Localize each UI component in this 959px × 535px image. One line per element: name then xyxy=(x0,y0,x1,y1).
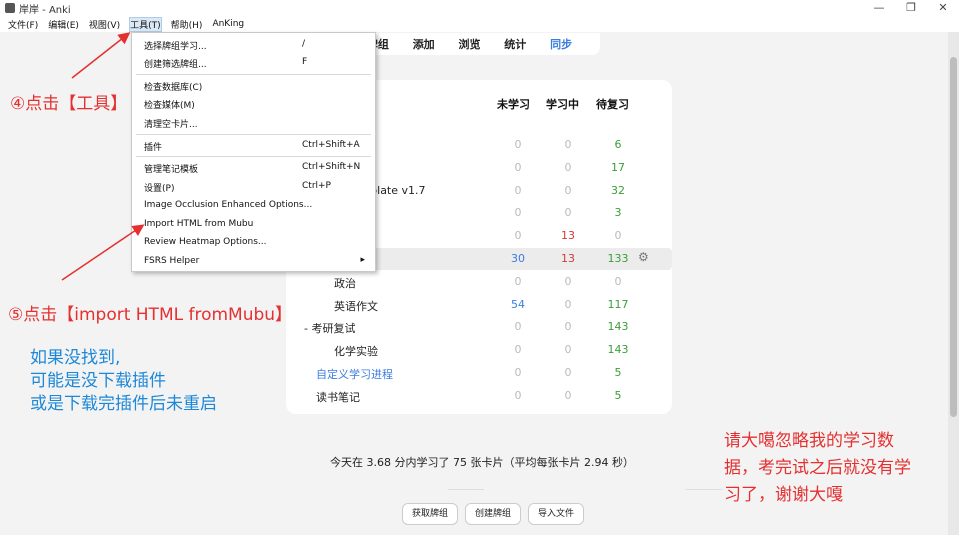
menu-separator xyxy=(136,134,371,135)
deck-count-learn: 0 xyxy=(564,160,572,174)
deck-name[interactable]: 读书笔记 xyxy=(316,389,360,405)
deck-count-due: 0 xyxy=(614,274,622,288)
anki-app-icon xyxy=(5,3,15,13)
divider xyxy=(448,489,484,490)
close-icon[interactable]: ✕ xyxy=(927,0,959,16)
deck-count-new: 0 xyxy=(514,183,522,197)
deck-row[interactable]: 自定义学习进程 0 0 5 xyxy=(286,362,672,384)
title-bar: 岸岸 - Anki — ❐ ✕ xyxy=(0,0,959,16)
menu-item-review-heatmap-options[interactable]: Review Heatmap Options... xyxy=(132,234,375,251)
deck-count-due: 3 xyxy=(614,206,622,220)
deck-count-new: 0 xyxy=(514,274,522,288)
deck-count-due: 6 xyxy=(614,138,622,151)
minimize-icon[interactable]: — xyxy=(863,0,895,16)
deck-count-learn: 0 xyxy=(564,343,572,357)
deck-count-learn: 0 xyxy=(564,138,572,151)
deck-options-gear-icon[interactable]: ⚙ xyxy=(638,250,649,264)
deck-count-new: 54 xyxy=(511,297,525,311)
restore-icon[interactable]: ❐ xyxy=(895,0,927,16)
menu-item-addons[interactable]: 插件 Ctrl+Shift+A xyxy=(132,137,375,154)
deck-count-new: 0 xyxy=(514,160,522,174)
deck-count-due: 143 xyxy=(607,320,629,334)
deck-name[interactable]: 英语作文 xyxy=(334,298,378,314)
menu-bar: 文件(F) 编辑(E) 视图(V) 工具(T) 帮助(H) AnKing xyxy=(0,16,959,32)
deck-count-learn: 0 xyxy=(564,320,572,334)
import-file-button[interactable]: 导入文件 xyxy=(528,503,585,525)
deck-count-due: 143 xyxy=(607,343,629,357)
top-toolbar: 牌组 添加 浏览 统计 同步 xyxy=(355,33,600,55)
menu-item-check-database[interactable]: 检查数据库(C) xyxy=(132,77,375,94)
deck-count-learn: 0 xyxy=(564,366,572,379)
annotation-step4: ④点击【工具】 xyxy=(10,94,128,114)
deck-count-learn: 13 xyxy=(561,229,575,243)
header-learning: 学习中 xyxy=(546,98,579,111)
scrollbar-thumb[interactable] xyxy=(950,57,957,417)
deck-count-learn: 0 xyxy=(564,274,572,288)
annotation-note-blue: 如果没找到, 可能是没下载插件 或是下载完插件后未重启 xyxy=(30,348,217,414)
deck-count-due: 32 xyxy=(611,183,625,197)
menu-item-manage-note-types[interactable]: 管理笔记模板 Ctrl+Shift+N xyxy=(132,159,375,176)
menu-edit[interactable]: 编辑(E) xyxy=(48,18,79,31)
menu-item-image-occlusion-options[interactable]: Image Occlusion Enhanced Options... xyxy=(132,197,375,214)
deck-count-new: 0 xyxy=(514,206,522,220)
menu-file[interactable]: 文件(F) xyxy=(8,18,38,31)
deck-count-learn: 0 xyxy=(564,206,572,220)
menu-view[interactable]: 视图(V) xyxy=(89,18,120,31)
bottom-buttons: 获取牌组 创建牌组 导入文件 xyxy=(402,503,591,525)
window-title: 岸岸 - Anki xyxy=(19,4,71,16)
deck-count-due: 17 xyxy=(611,160,625,174)
deck-count-due: 0 xyxy=(614,229,622,243)
deck-row[interactable]: 读书笔记 0 0 5 xyxy=(286,385,672,407)
deck-count-new: 0 xyxy=(514,229,522,243)
menu-tools[interactable]: 工具(T) xyxy=(129,16,162,32)
deck-count-new: 30 xyxy=(511,252,525,265)
toolbar-sync[interactable]: 同步 xyxy=(550,36,572,52)
deck-count-new: 0 xyxy=(514,343,522,357)
menu-item-empty-cards[interactable]: 清理空卡片... xyxy=(132,114,375,131)
menu-item-check-media[interactable]: 检查媒体(M) xyxy=(132,95,375,112)
submenu-arrow-icon: ▸ xyxy=(360,255,365,265)
deck-row[interactable]: 化学实验 0 0 143 xyxy=(286,339,672,361)
toolbar-add[interactable]: 添加 xyxy=(413,36,435,52)
menu-item-study-deck[interactable]: 选择牌组学习... / xyxy=(132,36,375,53)
menu-item-import-html-mubu[interactable]: Import HTML from Mubu xyxy=(132,216,375,233)
toolbar-stats[interactable]: 统计 xyxy=(504,36,526,52)
annotation-note-right: 请大噶忽略我的学习数 据，考完试之后就没有学 习了，谢谢大嘎 xyxy=(724,431,911,505)
menu-item-create-filtered-deck[interactable]: 创建筛选牌组... F xyxy=(132,54,375,71)
header-due: 待复习 xyxy=(596,98,629,111)
menu-item-fsrs-helper[interactable]: FSRS Helper ▸ xyxy=(132,253,375,270)
deck-count-due: 5 xyxy=(614,366,622,379)
deck-name[interactable]: 自定义学习进程 xyxy=(316,366,393,382)
header-new: 未学习 xyxy=(497,98,530,111)
deck-count-new: 0 xyxy=(514,320,522,334)
deck-row[interactable]: 政治 0 0 0 xyxy=(286,271,672,293)
study-stats-text: 今天在 3.68 分内学习了 75 张卡片（平均每张卡片 2.94 秒） xyxy=(330,456,634,469)
menu-help[interactable]: 帮助(H) xyxy=(171,18,203,31)
annotation-step5: ⑤点击【import HTML fromMubu】 xyxy=(8,305,293,325)
deck-count-new: 0 xyxy=(514,138,522,151)
deck-count-learn: 0 xyxy=(564,297,572,311)
deck-count-due: 5 xyxy=(614,388,622,402)
deck-name[interactable]: - 考研复试 xyxy=(304,320,355,336)
menu-separator xyxy=(136,156,371,157)
tools-dropdown-menu: 选择牌组学习... / 创建筛选牌组... F 检查数据库(C) 检查媒体(M) 清… xyxy=(131,32,376,272)
toolbar-browse[interactable]: 浏览 xyxy=(458,36,480,52)
create-deck-button[interactable]: 创建牌组 xyxy=(465,503,522,525)
deck-count-learn: 13 xyxy=(561,252,575,265)
deck-count-learn: 0 xyxy=(564,388,572,402)
deck-count-due: 117 xyxy=(607,297,629,311)
deck-count-new: 0 xyxy=(514,366,522,379)
get-shared-decks-button[interactable]: 获取牌组 xyxy=(402,503,459,525)
deck-count-due: 133 xyxy=(607,252,629,265)
deck-name[interactable]: 化学实验 xyxy=(334,343,378,359)
deck-row[interactable]: 英语作文 54 0 117 xyxy=(286,294,672,316)
deck-count-learn: 0 xyxy=(564,183,572,197)
divider xyxy=(686,489,722,490)
deck-count-new: 0 xyxy=(514,388,522,402)
menu-anking[interactable]: AnKing xyxy=(212,19,244,29)
menu-item-preferences[interactable]: 设置(P) Ctrl+P xyxy=(132,178,375,195)
menu-separator xyxy=(136,74,371,75)
deck-name[interactable]: 政治 xyxy=(334,275,356,291)
deck-row[interactable]: - 考研复试 0 0 143 xyxy=(286,316,672,338)
